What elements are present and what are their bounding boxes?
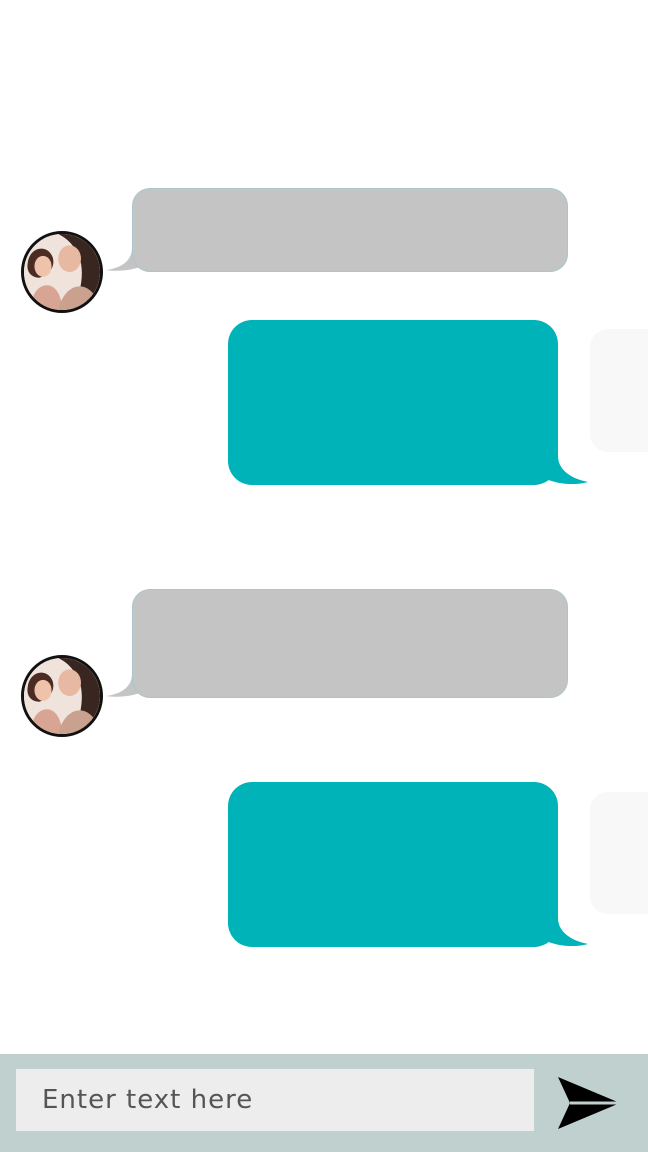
message-composer <box>0 1054 648 1152</box>
outgoing-message-bubble[interactable] <box>228 782 558 947</box>
contact-photo-icon <box>24 234 100 310</box>
incoming-message-bubble[interactable] <box>132 589 568 698</box>
message-list <box>0 0 648 1054</box>
contact-avatar[interactable] <box>21 655 103 737</box>
outgoing-message-bubble[interactable] <box>228 320 558 485</box>
contact-photo-icon <box>24 658 100 734</box>
message-status-panel <box>590 329 648 452</box>
outgoing-bubble-tail <box>544 918 588 946</box>
incoming-message-bubble[interactable] <box>132 188 568 272</box>
message-status-panel <box>590 792 648 914</box>
outgoing-bubble-tail <box>544 456 588 484</box>
message-input[interactable] <box>16 1069 534 1131</box>
contact-avatar[interactable] <box>21 231 103 313</box>
send-button[interactable] <box>556 1072 626 1134</box>
send-arrow-icon <box>558 1077 620 1129</box>
